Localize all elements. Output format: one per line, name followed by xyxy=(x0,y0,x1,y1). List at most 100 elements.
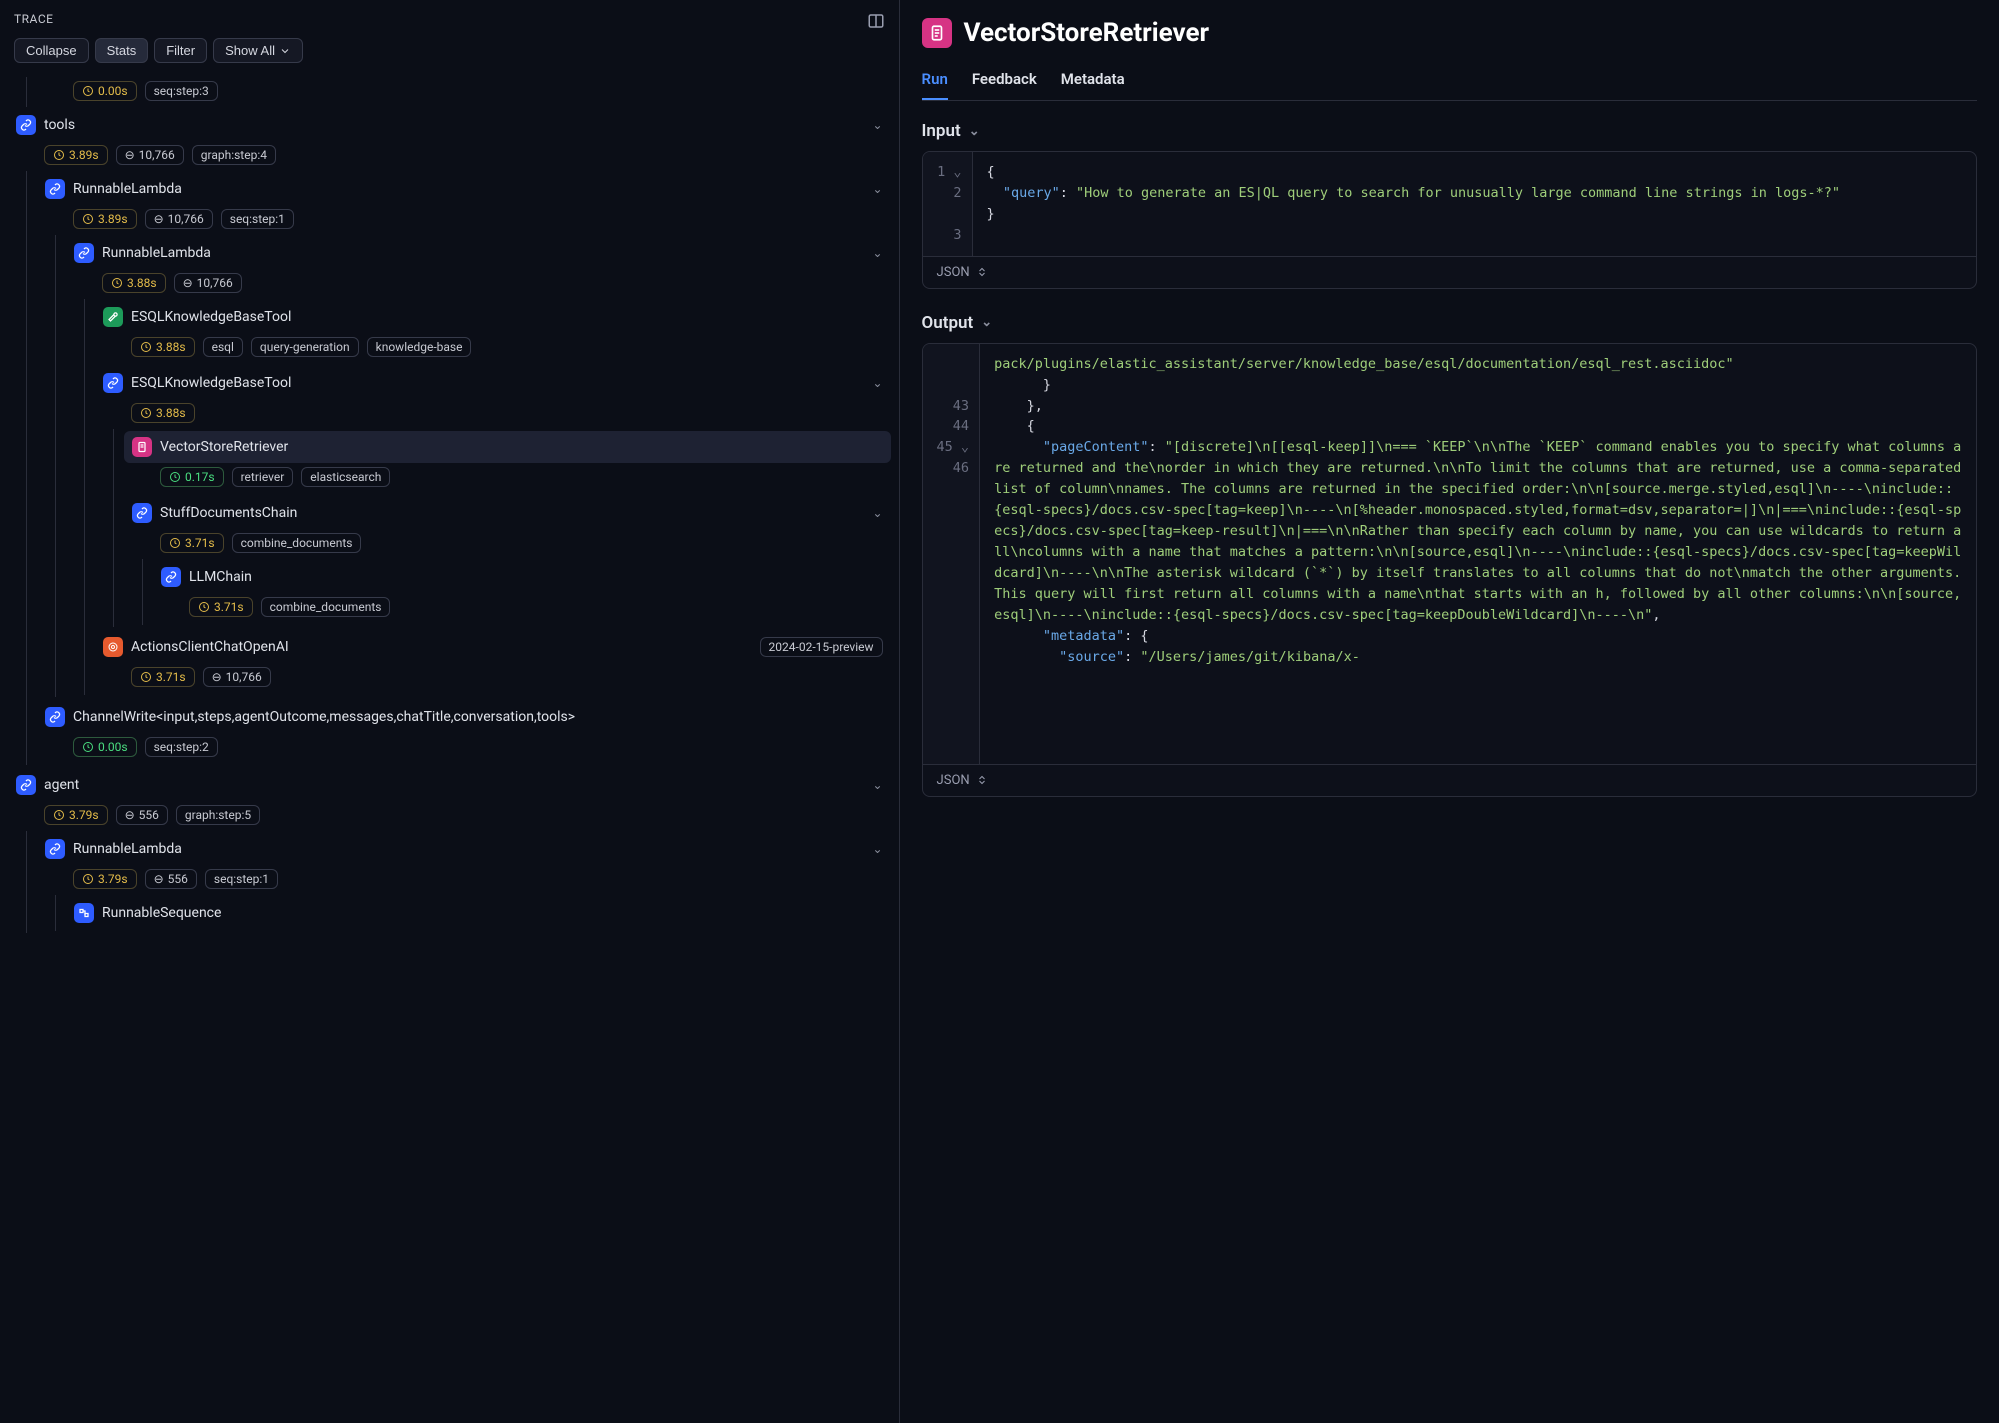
tree-node-openai[interactable]: ActionsClientChatOpenAI 2024-02-15-previ… xyxy=(95,631,891,663)
showall-button[interactable]: Show All xyxy=(213,38,303,63)
node-label: ActionsClientChatOpenAI xyxy=(131,639,752,655)
node-label: StuffDocumentsChain xyxy=(160,505,864,521)
version-pill: 2024-02-15-preview xyxy=(760,637,883,657)
tree-node-tools[interactable]: tools ⌄ xyxy=(8,109,891,141)
filter-button[interactable]: Filter xyxy=(154,38,207,63)
chain-icon xyxy=(161,567,181,587)
tree-node-runnablelambda[interactable]: RunnableLambda ⌄ xyxy=(37,833,891,865)
node-label: ESQLKnowledgeBaseTool xyxy=(131,375,864,391)
tree-node-runnablesequence[interactable]: RunnableSequence xyxy=(66,897,891,929)
tokens-pill: ⊖ 556 xyxy=(116,805,168,825)
chain-icon xyxy=(132,503,152,523)
node-label: RunnableLambda xyxy=(102,245,864,261)
output-code[interactable]: pack/plugins/elastic_assistant/server/kn… xyxy=(980,344,1976,764)
tokens-pill: ⊖ 10,766 xyxy=(116,145,184,165)
output-label: Output xyxy=(922,313,974,333)
chevron-down-icon: ⌄ xyxy=(872,118,882,132)
chevron-down-icon: ⌄ xyxy=(981,315,992,330)
tree-node-channelwrite[interactable]: ChannelWrite<input,steps,agentOutcome,me… xyxy=(37,701,891,733)
output-section-toggle[interactable]: Output ⌄ xyxy=(922,313,1977,333)
time-pill: 3.89s xyxy=(73,209,137,229)
tab-metadata[interactable]: Metadata xyxy=(1061,62,1125,100)
gutter: 1 ⌄2 3 xyxy=(923,152,973,256)
chain-icon xyxy=(16,115,36,135)
chevron-down-icon: ⌄ xyxy=(872,842,882,856)
tabs: Run Feedback Metadata xyxy=(922,62,1977,101)
time-pill: 3.71s xyxy=(160,533,224,553)
time-pill: 3.88s xyxy=(131,403,195,423)
tree-node-stuffdocs[interactable]: StuffDocumentsChain ⌄ xyxy=(124,497,891,529)
time-pill: 3.71s xyxy=(189,597,253,617)
node-label: agent xyxy=(44,777,864,793)
node-label: tools xyxy=(44,117,864,133)
chain-icon xyxy=(16,775,36,795)
time-pill: 0.17s xyxy=(160,467,224,487)
time-pill: 0.00s xyxy=(73,737,137,757)
tab-run[interactable]: Run xyxy=(922,62,948,100)
node-label: ChannelWrite<input,steps,agentOutcome,me… xyxy=(73,709,883,725)
chain-icon xyxy=(103,373,123,393)
detail-panel: VectorStoreRetriever Run Feedback Metada… xyxy=(900,0,1999,1423)
chain-icon xyxy=(45,179,65,199)
tree-node-vectorstoreretriever[interactable]: VectorStoreRetriever xyxy=(124,431,891,463)
node-label: ESQLKnowledgeBaseTool xyxy=(131,309,883,325)
stats-button[interactable]: Stats xyxy=(95,38,149,63)
time-pill: 3.71s xyxy=(131,667,195,687)
input-label: Input xyxy=(922,121,961,141)
time-pill: 3.79s xyxy=(44,805,108,825)
output-code-box: 434445 ⌄46 47 ⌄48 pack/plugins/elastic_a… xyxy=(922,343,1977,797)
input-section-toggle[interactable]: Input ⌄ xyxy=(922,121,1977,141)
time-pill: 0.00s xyxy=(73,81,137,101)
tool-icon xyxy=(103,307,123,327)
tree-node-esqltool[interactable]: ESQLKnowledgeBaseTool ⌄ xyxy=(95,367,891,399)
tree-node-llmchain[interactable]: LLMChain xyxy=(153,561,891,593)
chevron-down-icon: ⌄ xyxy=(872,246,882,260)
tab-feedback[interactable]: Feedback xyxy=(972,62,1037,100)
tag-pill: seq:step:1 xyxy=(221,209,294,229)
sequence-icon xyxy=(74,903,94,923)
tag-pill: retriever xyxy=(232,467,294,487)
chain-icon xyxy=(45,839,65,859)
tag-pill: seq:step:2 xyxy=(145,737,218,757)
tree-node-agent[interactable]: agent ⌄ xyxy=(8,769,891,801)
trace-title: TRACE xyxy=(14,12,53,26)
collapse-button[interactable]: Collapse xyxy=(14,38,89,63)
chevron-down-icon: ⌄ xyxy=(872,182,882,196)
node-label: VectorStoreRetriever xyxy=(160,439,883,455)
node-label: RunnableLambda xyxy=(73,841,864,857)
page-title: VectorStoreRetriever xyxy=(964,18,1209,48)
time-pill: 3.89s xyxy=(44,145,108,165)
time-pill: 3.88s xyxy=(131,337,195,357)
node-label: RunnableSequence xyxy=(102,905,883,921)
time-pill: 3.79s xyxy=(73,869,137,889)
tag-pill: query-generation xyxy=(251,337,359,357)
tree-node-runnablelambda[interactable]: RunnableLambda ⌄ xyxy=(66,237,891,269)
tag-pill: elasticsearch xyxy=(301,467,390,487)
gutter: 434445 ⌄46 47 ⌄48 xyxy=(923,344,981,764)
split-panel-icon[interactable] xyxy=(867,12,885,30)
expand-icon xyxy=(976,774,988,786)
output-format-selector[interactable]: JSON xyxy=(923,764,1976,796)
tag-pill: knowledge-base xyxy=(367,337,472,357)
tree-node-runnablelambda[interactable]: RunnableLambda ⌄ xyxy=(37,173,891,205)
input-code[interactable]: { "query": "How to generate an ES|QL que… xyxy=(973,152,1976,256)
trace-tree[interactable]: 0.00s seq:step:3 tools ⌄ 3.89s ⊖ 10,766 … xyxy=(0,73,899,1423)
input-code-box: 1 ⌄2 3 { "query": "How to generate an ES… xyxy=(922,151,1977,289)
tokens-pill: ⊖ 10,766 xyxy=(145,209,213,229)
chevron-down-icon xyxy=(279,45,291,57)
tokens-pill: ⊖ 10,766 xyxy=(203,667,271,687)
chain-icon xyxy=(74,243,94,263)
chevron-down-icon: ⌄ xyxy=(969,124,980,139)
trace-panel: TRACE Collapse Stats Filter Show All 0.0… xyxy=(0,0,900,1423)
showall-label: Show All xyxy=(225,43,275,58)
tree-node-esqltool[interactable]: ESQLKnowledgeBaseTool xyxy=(95,301,891,333)
input-format-selector[interactable]: JSON xyxy=(923,256,1976,288)
tokens-pill: ⊖ 10,766 xyxy=(174,273,242,293)
chevron-down-icon: ⌄ xyxy=(872,376,882,390)
retriever-icon xyxy=(922,18,952,48)
tokens-pill: ⊖ 556 xyxy=(145,869,197,889)
tag-pill: esql xyxy=(203,337,243,357)
time-pill: 3.88s xyxy=(102,273,166,293)
llm-icon xyxy=(103,637,123,657)
tag-pill: graph:step:4 xyxy=(192,145,276,165)
